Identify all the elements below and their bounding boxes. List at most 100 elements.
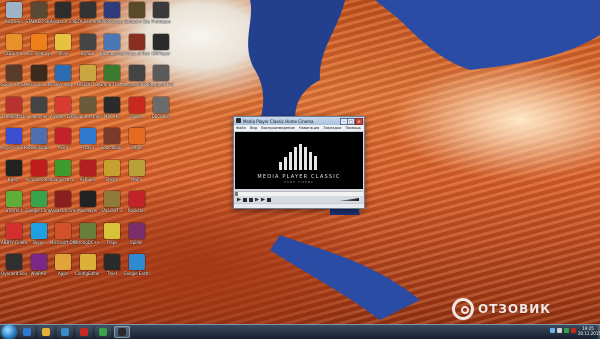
desktop-icon[interactable]: Крест (1, 159, 27, 190)
desktop-icon[interactable]: CDBurner (1, 33, 27, 64)
prev-button[interactable] (255, 197, 259, 202)
desktop-icon-image (79, 191, 96, 207)
desktop-icon[interactable]: WinRAR (26, 254, 52, 284)
desktop-icon-label: Counterstrike (74, 113, 101, 119)
desktop-icon[interactable]: Soulcalibur (99, 128, 125, 158)
desktop-icon[interactable]: Microsoft Office (50, 222, 76, 253)
desktop-icon[interactable]: Acrobat Reader DC (25, 159, 52, 190)
mpc-titlebar[interactable]: Media Player Classic Home Cinema – □ × (234, 117, 364, 125)
play-button[interactable] (237, 197, 241, 202)
stop-button[interactable] (249, 197, 253, 202)
frame-step-button[interactable] (267, 197, 271, 202)
desktop-icon[interactable]: Downloads (26, 128, 52, 158)
desktop-icon[interactable]: STALKER Shadow of (26, 2, 52, 32)
volume-slider[interactable] (339, 198, 359, 201)
desktop-icon[interactable]: Assassin Revelations (124, 65, 150, 95)
desktop-icon-label: Assassin Revelations (123, 82, 150, 87)
desktop-icon[interactable]: Picasa (75, 128, 101, 158)
desktop-icon[interactable]: Google Earth (124, 254, 150, 284)
desktop-icon[interactable]: Prince of Persia (124, 33, 150, 64)
desktop-icon[interactable]: ABBYY FineReader (1, 222, 27, 253)
pause-button[interactable] (243, 197, 247, 202)
desktop-icon[interactable]: AI Ruler (75, 159, 101, 190)
desktop-icon-image (6, 65, 22, 81)
mpc-menu-item[interactable]: Вид (250, 125, 257, 131)
desktop-icon[interactable]: Assassin 2 Ярлык (26, 65, 52, 95)
desktop-icon-label: Prototype (151, 19, 171, 24)
taskbar-ie-button[interactable] (19, 326, 35, 338)
tray-security-icon[interactable] (571, 328, 576, 333)
desktop-icon[interactable]: StrongDC++ (75, 222, 101, 253)
mpc-menu-item[interactable]: Воспроизведение (261, 125, 295, 131)
desktop-icon-label: Thief (107, 271, 117, 276)
mpc-video-area[interactable]: MEDIA PLAYER CLASSIC HOME CINEMA (235, 132, 363, 189)
mpc-window[interactable]: Media Player Classic Home Cinema – □ × Ф… (233, 116, 365, 209)
desktop-icon[interactable]: Sound Of Ground (1, 65, 27, 95)
desktop-icon-label: ABBYY FineReader (1, 239, 27, 245)
desktop-icon[interactable]: Thief (99, 254, 125, 284)
taskbar-media-button[interactable] (57, 326, 73, 338)
mpc-menu-item[interactable]: Навигация (299, 125, 319, 131)
mpc-menu-item[interactable]: Закладки (323, 125, 341, 131)
desktop-icon-label: FALLOUT 3 (76, 82, 99, 87)
mpc-menu-item[interactable]: Помощь (345, 125, 360, 131)
desktop-icon-image (79, 33, 96, 50)
desktop-icon[interactable]: Assassin Creed (50, 191, 76, 221)
desktop-icon[interactable]: Apps (50, 254, 76, 284)
desktop-icon[interactable]: KMPlayer (148, 33, 174, 64)
desktop-icon[interactable]: Эмулятор (50, 65, 76, 95)
desktop-icon[interactable]: MPC-HC (99, 96, 125, 127)
desktop-icon[interactable]: Opera (124, 96, 150, 127)
desktop-icon[interactable]: Steam (99, 159, 125, 190)
taskbar-buttons (16, 326, 130, 338)
desktop-icon[interactable]: Prototype (148, 2, 174, 32)
taskbar-opera-button[interactable] (76, 326, 92, 338)
desktop-icon[interactable]: ConfigEditor (75, 254, 101, 284)
desktop-icon-label: Acrobat Reader DC (25, 176, 52, 182)
taskbar-chrome-button[interactable] (95, 326, 111, 338)
desktop-icon[interactable]: DSC0037 (148, 96, 174, 127)
desktop-icon[interactable]: Rockstar (124, 191, 150, 221)
desktop-icon[interactable]: Inline (50, 33, 76, 64)
desktop-icon[interactable]: Fraps (99, 222, 125, 253)
desktop-icon[interactable]: Компьютер (99, 33, 125, 64)
volume-icon[interactable] (557, 328, 562, 333)
network-icon[interactable] (550, 328, 555, 333)
desktop-icon[interactable]: uTorrent (1, 191, 27, 221)
desktop-icon[interactable]: Spider (124, 222, 150, 253)
desktop-icon[interactable]: Origin (124, 128, 150, 158)
desktop-icon[interactable]: Dungeon Siege (124, 2, 150, 32)
desktop-icon[interactable]: Alcohol 120% (50, 96, 76, 127)
desktop-icon[interactable]: Overlord Soundtrack (1, 254, 27, 284)
close-button[interactable]: × (355, 118, 363, 125)
desktop-icon[interactable]: GTA San Andreas (75, 2, 101, 32)
maximize-button[interactable]: □ (347, 118, 355, 125)
taskbar-explorer-button[interactable] (38, 326, 54, 338)
desktop-icon[interactable]: Асуито ВЭ Нaбор (1, 128, 27, 158)
desktop-icon[interactable]: Mafia (124, 159, 150, 190)
desktop-icon[interactable]: Avira (50, 128, 76, 158)
desktop-icon[interactable]: Counterstrike (74, 96, 101, 127)
mpc-menu-item[interactable]: Файл (236, 125, 246, 131)
desktop-icon[interactable]: Launcher (26, 96, 52, 127)
tray-app-icon[interactable] (564, 328, 569, 333)
desktop-icon[interactable]: Resident Evil (148, 65, 174, 95)
desktop-icon[interactable]: Запустить (50, 159, 76, 190)
start-button[interactable] (2, 325, 16, 339)
desktop-icon[interactable]: MacPlayer (75, 191, 101, 221)
desktop-icon[interactable]: Photoshop (99, 2, 125, 32)
desktop-icon[interactable]: FALLOUT 3 (75, 65, 101, 95)
desktop-icon-label: Асуито ВЭ Нaбор (1, 145, 27, 150)
desktop-icon[interactable]: FALLOUT 2 (99, 191, 125, 221)
desktop-icon[interactable]: Assassin 3 Ярлык (50, 2, 76, 32)
clock[interactable]: 19:25 20.11.2015 (578, 326, 600, 336)
next-button[interactable] (261, 197, 265, 202)
desktop-icon[interactable]: Ярлык (75, 33, 101, 64)
desktop-icon[interactable]: Google Chrome (26, 191, 52, 221)
taskbar-mpc-button[interactable] (114, 326, 130, 338)
desktop-icon[interactable]: Корзина (1, 2, 27, 32)
desktop-icon[interactable]: VLC media player (26, 33, 52, 64)
desktop-icon[interactable]: Skype (26, 222, 52, 253)
desktop-icon[interactable]: TimeShift Demo (1, 96, 27, 127)
desktop-icon[interactable]: Grand Theft Auto (99, 65, 125, 95)
